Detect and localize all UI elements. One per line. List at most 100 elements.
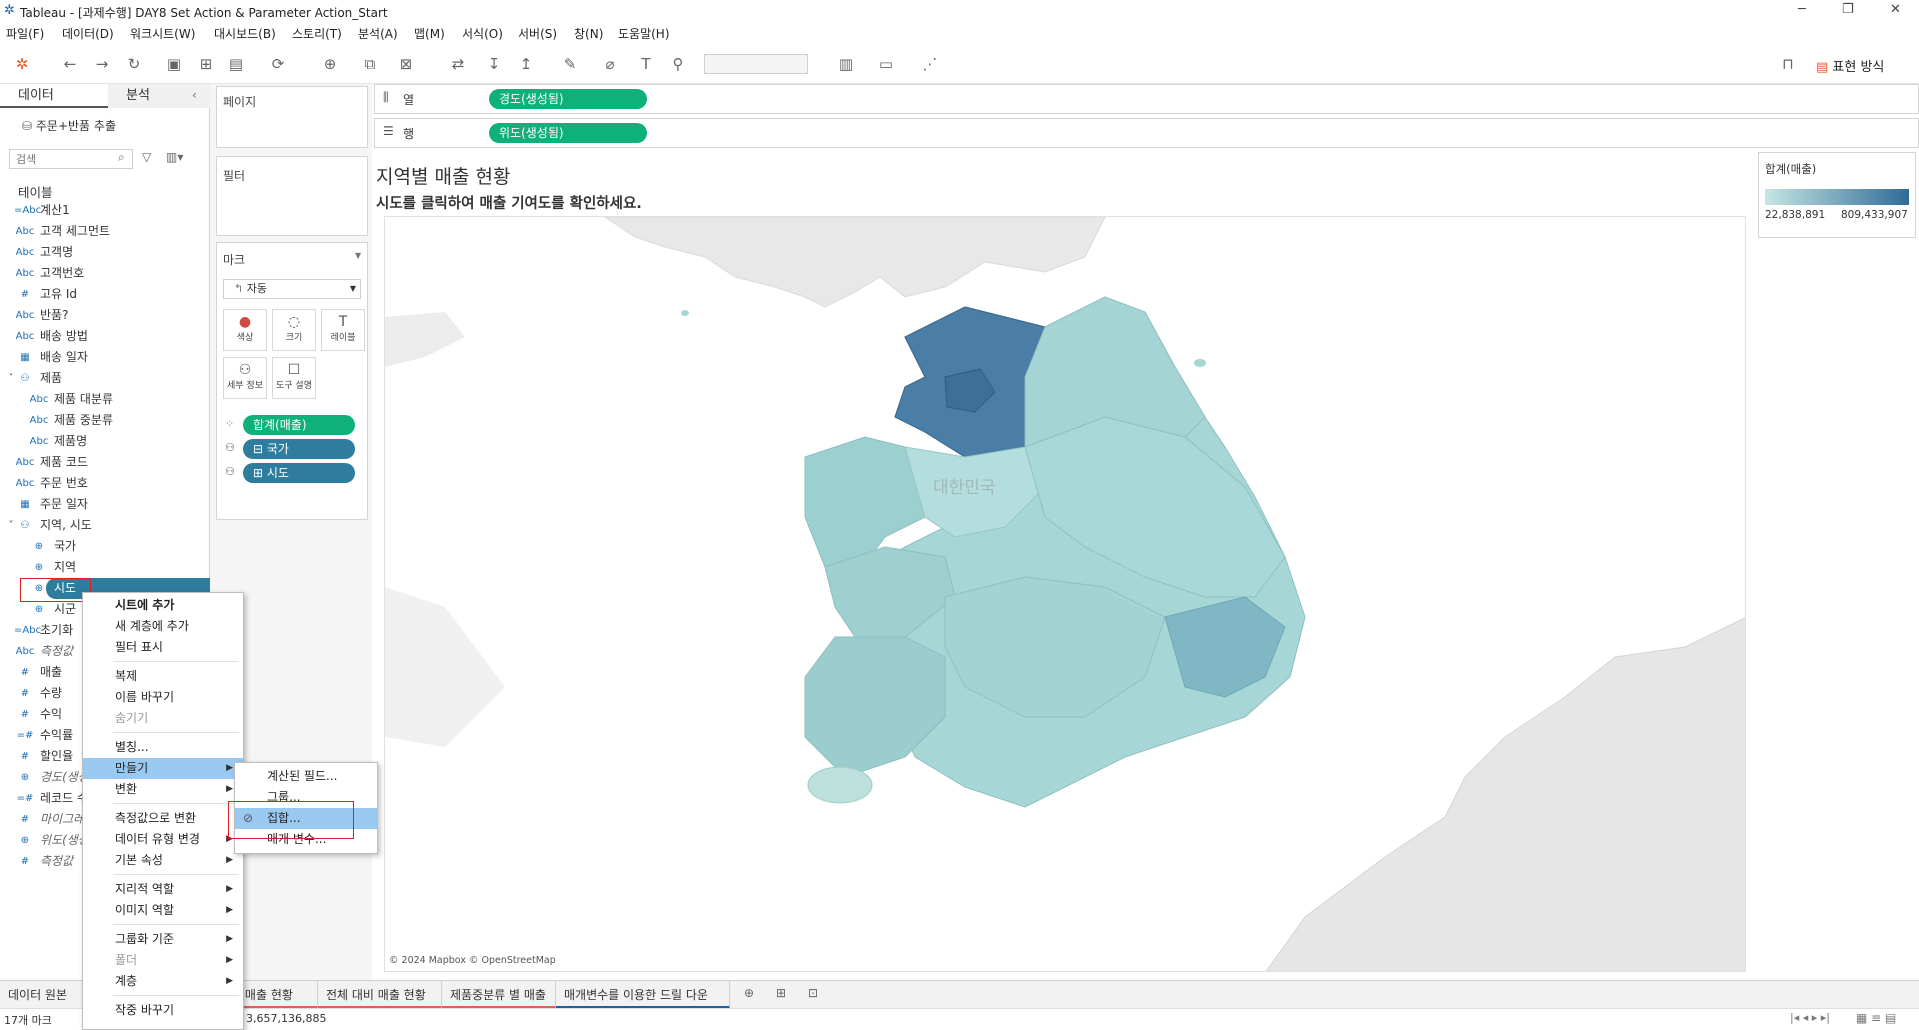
new-worksheet-icon[interactable]: ⊕	[744, 986, 754, 1000]
region-jeju[interactable]	[807, 766, 873, 804]
field-item[interactable]: ⊕ 국가	[0, 536, 210, 557]
field-item[interactable]: Abc 주문 번호	[0, 473, 210, 494]
datasource-item[interactable]: ⛁ 주문+반품 추출	[22, 117, 116, 134]
presentation-icon[interactable]: ▭	[876, 54, 896, 74]
context-menu-item[interactable]: 새 계층에 추가	[83, 616, 243, 637]
show-me-button[interactable]: ▤ 표현 방식	[1816, 56, 1884, 75]
map-attribution[interactable]: © 2024 Mapbox © OpenStreetMap	[389, 955, 556, 966]
field-item[interactable]: Abc 고객명	[0, 242, 210, 263]
mark-button-color[interactable]: ● 색상	[223, 309, 267, 351]
field-folder[interactable]: ˅ ⚇ 지역, 시도	[0, 515, 210, 536]
field-item[interactable]: # 고유 Id	[0, 284, 210, 305]
view-options-icon[interactable]: ▥▾	[166, 150, 183, 164]
context-menu-item[interactable]: 작중 바꾸기	[83, 1000, 243, 1021]
pin-icon[interactable]: ⚲	[668, 54, 688, 74]
show-cards-icon[interactable]: ▥	[836, 54, 856, 74]
menu-item[interactable]: 파일(F)	[6, 25, 44, 42]
fit-dropdown[interactable]	[704, 54, 808, 74]
view-mode-icons[interactable]: ▦ ≡ ▤	[1856, 1011, 1896, 1025]
menu-item[interactable]: 맵(M)	[414, 25, 445, 42]
clear-sheet-icon[interactable]: ⊠	[396, 54, 416, 74]
columns-pill-longitude[interactable]: 경도(생성됨)	[489, 89, 647, 109]
duplicate-icon[interactable]: ⧉	[360, 54, 380, 74]
rows-shelf[interactable]: ☰ 행 위도(생성됨)	[374, 118, 1919, 148]
field-search-input[interactable]	[9, 149, 133, 169]
map-svg[interactable]	[385, 217, 1746, 972]
field-item[interactable]: ▦ 배송 일자	[0, 347, 210, 368]
mark-button-tooltip[interactable]: ☐ 도구 설명	[272, 357, 316, 399]
mark-button-label[interactable]: T 레이블	[321, 309, 365, 351]
tableau-start-icon[interactable]: ✲	[12, 54, 32, 74]
field-item[interactable]: Abc 배송 방법	[0, 326, 210, 347]
field-item[interactable]: Abc 제품명	[0, 431, 210, 452]
share-icon[interactable]: ⋰	[920, 54, 940, 74]
new-sheet-icon[interactable]: ⊕	[320, 54, 340, 74]
pause-update-icon[interactable]: ▤	[226, 54, 246, 74]
mark-button-detail[interactable]: ⚇ 세부 정보	[223, 357, 267, 399]
menu-item[interactable]: 대시보드(B)	[214, 25, 276, 42]
field-folder[interactable]: ˅ ⚇ 제품	[0, 368, 210, 389]
field-item[interactable]: ▦ 주문 일자	[0, 494, 210, 515]
mark-button-size[interactable]: ◌ 크기	[272, 309, 316, 351]
context-menu-item[interactable]: 기본 속성 ▶	[83, 850, 243, 871]
sort-asc-icon[interactable]: ↧	[484, 54, 504, 74]
replay-icon[interactable]: ↻	[124, 54, 144, 74]
context-menu-item[interactable]: 필터 표시	[83, 637, 243, 658]
mark-pill[interactable]: 합계(매출)	[243, 415, 355, 435]
context-menu-item[interactable]: 변환 ▶	[83, 779, 243, 800]
context-menu-item[interactable]: 데이터 유형 변경 ▶	[83, 829, 243, 850]
menu-item[interactable]: 분석(A)	[358, 25, 398, 42]
context-menu-item[interactable]: 계층 ▶	[83, 971, 243, 992]
menu-item[interactable]: 도움말(H)	[618, 25, 670, 42]
context-menu-item[interactable]: 만들기 ▶	[83, 758, 243, 779]
tab-datasource[interactable]: 데이터 원본	[0, 981, 86, 1009]
group-icon[interactable]: ⌀	[600, 54, 620, 74]
menu-item[interactable]: 데이터(D)	[62, 25, 114, 42]
sheet-tab[interactable]: 제품중분류 별 매출	[442, 981, 556, 1009]
filters-card[interactable]: 필터	[216, 156, 368, 236]
minimize-button[interactable]: ─	[1798, 2, 1806, 17]
mark-type-dropdown[interactable]: ↰ 자동 ▼	[223, 279, 361, 299]
mark-pill[interactable]: ⊞ 시도	[243, 463, 355, 483]
context-menu-item[interactable]: 측정값으로 변환	[83, 808, 243, 829]
menu-item[interactable]: 서식(O)	[462, 25, 503, 42]
close-button[interactable]: ✕	[1890, 2, 1901, 17]
field-item[interactable]: Abc 반품?	[0, 305, 210, 326]
context-menu-item[interactable]: 이름 바꾸기	[83, 687, 243, 708]
tab-navigation-icons[interactable]: |◂ ◂ ▸ ▸|	[1790, 1011, 1830, 1024]
menu-item[interactable]: 서버(S)	[518, 25, 557, 42]
pages-card[interactable]: 페이지	[216, 86, 368, 148]
undo-icon[interactable]: ←	[60, 54, 80, 74]
context-menu-item[interactable]: 이미지 역할 ▶	[83, 900, 243, 921]
new-dashboard-icon[interactable]: ⊞	[776, 986, 786, 1000]
save-icon[interactable]: ▣	[164, 54, 184, 74]
menu-item[interactable]: 워크시트(W)	[130, 25, 195, 42]
rows-pill-latitude[interactable]: 위도(생성됨)	[489, 123, 647, 143]
context-menu-item[interactable]: 지리적 역할 ▶	[83, 879, 243, 900]
field-item[interactable]: Abc 제품 대분류	[0, 389, 210, 410]
new-datasource-icon[interactable]: ⊞	[196, 54, 216, 74]
field-item[interactable]: Abc 제품 중분류	[0, 410, 210, 431]
sheet-tab[interactable]: 매개변수를 이용한 드릴 다운	[556, 981, 730, 1009]
context-menu-item[interactable]: 시트에 추가	[83, 595, 243, 616]
columns-shelf[interactable]: ⫼ 열 경도(생성됨)	[374, 84, 1919, 114]
filter-fields-icon[interactable]: ▽	[142, 150, 151, 164]
swap-icon[interactable]: ⇄	[448, 54, 468, 74]
field-item[interactable]: ⊕ 지역	[0, 557, 210, 578]
show-me-pin-icon[interactable]: ⊓	[1778, 54, 1798, 74]
context-menu-item[interactable]: 별칭...	[83, 737, 243, 758]
mark-pill[interactable]: ⊟ 국가	[243, 439, 355, 459]
field-item[interactable]: =Abc 계산1	[0, 200, 210, 221]
field-item[interactable]: Abc 제품 코드	[0, 452, 210, 473]
menu-item[interactable]: 창(N)	[574, 25, 603, 42]
context-menu-item[interactable]: 그룹화 기준 ▶	[83, 929, 243, 950]
redo-icon[interactable]: →	[92, 54, 112, 74]
refresh-icon[interactable]: ⟳	[268, 54, 288, 74]
field-item[interactable]: Abc 고객번호	[0, 263, 210, 284]
marks-collapse-icon[interactable]: ▼	[355, 251, 361, 260]
collapse-pane-icon[interactable]: ‹	[192, 88, 197, 102]
maximize-button[interactable]: ❐	[1842, 2, 1854, 17]
labels-icon[interactable]: T	[636, 54, 656, 74]
sort-desc-icon[interactable]: ↥	[516, 54, 536, 74]
tab-data[interactable]: 데이터	[0, 84, 112, 108]
